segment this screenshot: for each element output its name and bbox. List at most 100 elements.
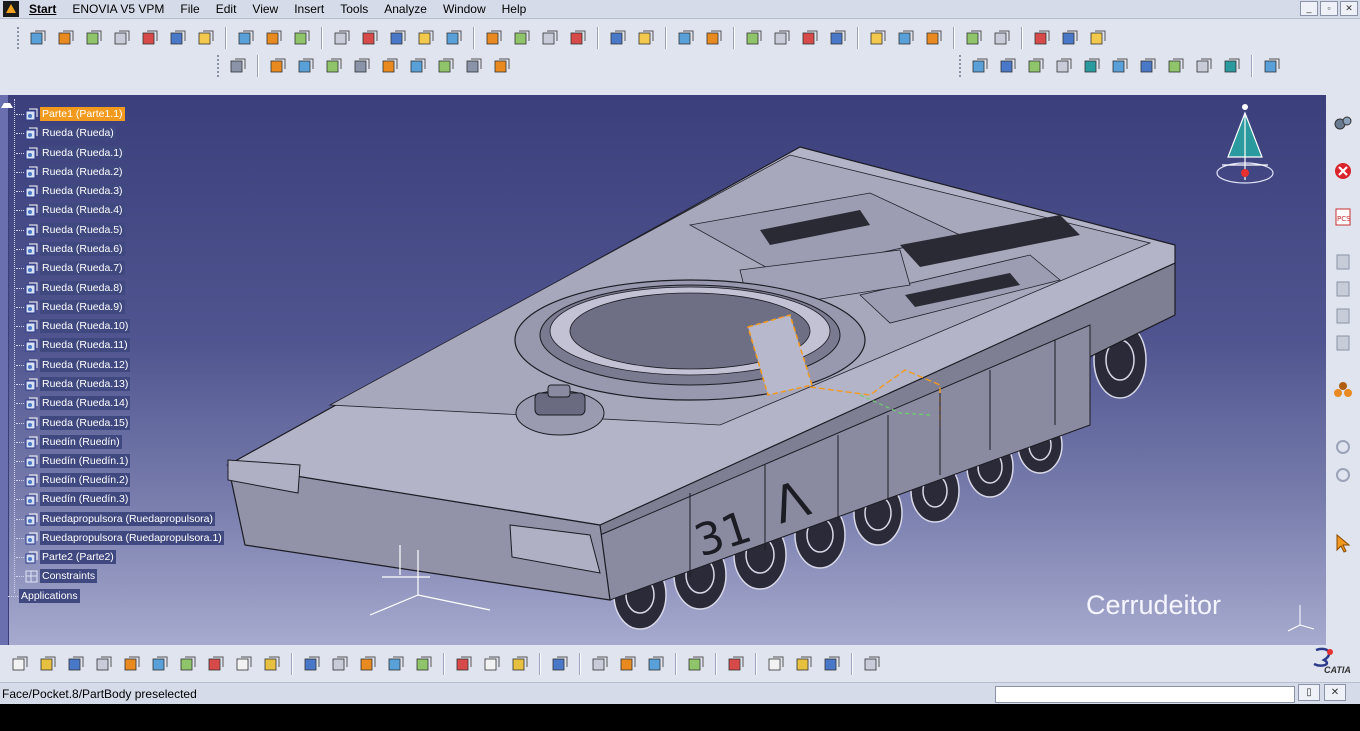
tree-node[interactable]: Rueda (Rueda.3) [16, 183, 125, 199]
menu-edit[interactable]: Edit [208, 0, 245, 19]
bottom-tool-icon[interactable] [65, 653, 87, 675]
tool-tbrow2-icon[interactable] [351, 55, 373, 77]
tool-tbrow3-icon[interactable] [1109, 55, 1131, 77]
toolbar-grip[interactable] [17, 27, 21, 49]
menu-insert[interactable]: Insert [286, 0, 332, 19]
bottom-tool-icon[interactable] [301, 653, 323, 675]
tool-tbrow1-icon[interactable] [415, 27, 437, 49]
tool-tbrow1-icon[interactable] [607, 27, 629, 49]
select-arrow-icon[interactable] [1331, 531, 1355, 555]
bottom-tool-icon[interactable] [765, 653, 787, 675]
command-clear-button[interactable]: ✕ [1324, 684, 1346, 701]
sheet-icon-4[interactable] [1331, 331, 1355, 355]
tool-tbrow1-icon[interactable] [635, 27, 657, 49]
tree-scrollbar[interactable] [0, 95, 13, 645]
tree-node[interactable]: Rueda (Rueda.9) [16, 299, 125, 315]
tree-node[interactable]: Ruedín (Ruedín.1) [16, 453, 131, 469]
tree-node[interactable]: Rueda (Rueda.1) [16, 145, 125, 161]
menu-analyze[interactable]: Analyze [376, 0, 435, 19]
close-button[interactable]: ✕ [1340, 1, 1358, 16]
bottom-tool-icon[interactable] [793, 653, 815, 675]
tool-tbrow1-icon[interactable] [827, 27, 849, 49]
menu-help[interactable]: Help [494, 0, 535, 19]
tree-node[interactable]: Rueda (Rueda.8) [16, 280, 125, 296]
tool-tbrow3-icon[interactable] [1261, 55, 1283, 77]
tool-tbrow2-icon[interactable] [379, 55, 401, 77]
toolbar-grip[interactable] [959, 55, 963, 77]
bottom-tool-icon[interactable] [861, 653, 883, 675]
tree-node[interactable]: Ruedín (Ruedín) [16, 434, 122, 450]
tree-node[interactable]: Rueda (Rueda.6) [16, 241, 125, 257]
tree-node[interactable]: Constraints [16, 568, 98, 584]
sheet-icon-3[interactable] [1331, 304, 1355, 328]
tool-tbrow1-icon[interactable] [443, 27, 465, 49]
tree-node[interactable]: Rueda (Rueda.10) [16, 318, 131, 334]
bottom-tool-icon[interactable] [413, 653, 435, 675]
bottom-tool-icon[interactable] [37, 653, 59, 675]
tool-tbrow1-icon[interactable] [263, 27, 285, 49]
tree-node[interactable]: Parte2 (Parte2) [16, 549, 116, 565]
tree-node[interactable]: Rueda (Rueda.5) [16, 222, 125, 238]
tool-tbrow1-icon[interactable] [511, 27, 533, 49]
bottom-tool-icon[interactable] [385, 653, 407, 675]
tree-node[interactable]: Ruedín (Ruedín.2) [16, 472, 131, 488]
toolbar-grip[interactable] [217, 55, 221, 77]
tool-tbrow1-icon[interactable] [27, 27, 49, 49]
exit-icon[interactable] [1331, 159, 1355, 183]
assembly-icon[interactable] [1331, 378, 1355, 402]
tree-node[interactable]: Ruedapropulsora (Ruedapropulsora) [16, 511, 216, 527]
bottom-tool-icon[interactable] [233, 653, 255, 675]
tool-tbrow1-icon[interactable] [923, 27, 945, 49]
bottom-tool-icon[interactable] [9, 653, 31, 675]
bottom-tool-icon[interactable] [93, 653, 115, 675]
menu-window[interactable]: Window [435, 0, 494, 19]
bottom-tool-icon[interactable] [725, 653, 747, 675]
tool-tbrow2-icon[interactable] [267, 55, 289, 77]
tree-node[interactable]: Applications [8, 588, 80, 604]
bottom-tool-icon[interactable] [645, 653, 667, 675]
tool-tbrow1-icon[interactable] [1087, 27, 1109, 49]
tool-tbrow2-icon[interactable] [463, 55, 485, 77]
tool-tbrow2-icon[interactable] [295, 55, 317, 77]
tool-tbrow1-icon[interactable] [111, 27, 133, 49]
bottom-tool-icon[interactable] [549, 653, 571, 675]
tool-tbrow1-icon[interactable] [1031, 27, 1053, 49]
bottom-tool-icon[interactable] [821, 653, 843, 675]
bottom-tool-icon[interactable] [685, 653, 707, 675]
tool-tbrow1-icon[interactable] [291, 27, 313, 49]
tool-tbrow1-icon[interactable] [867, 27, 889, 49]
tree-node[interactable]: Rueda (Rueda.13) [16, 376, 131, 392]
menu-file[interactable]: File [172, 0, 207, 19]
menu-tools[interactable]: Tools [332, 0, 376, 19]
tool-tbrow1-icon[interactable] [139, 27, 161, 49]
command-input[interactable] [995, 686, 1295, 703]
menu-start[interactable]: Start [23, 0, 64, 19]
tool-tbrow3-icon[interactable] [1053, 55, 1075, 77]
bottom-tool-icon[interactable] [121, 653, 143, 675]
tool-tbrow1-icon[interactable] [55, 27, 77, 49]
tree-node[interactable]: Rueda (Rueda.2) [16, 164, 125, 180]
pcs-icon[interactable]: PCS [1331, 205, 1355, 229]
tree-node[interactable]: Rueda (Rueda.7) [16, 260, 125, 276]
tool-tbrow1-icon[interactable] [991, 27, 1013, 49]
tree-node[interactable]: Ruedín (Ruedín.3) [16, 491, 131, 507]
tool-tbrow1-icon[interactable] [387, 27, 409, 49]
tool-tbrow2-icon[interactable] [491, 55, 513, 77]
tool-tbrow3-icon[interactable] [1137, 55, 1159, 77]
tree-node[interactable]: Rueda (Rueda.12) [16, 357, 131, 373]
tool-tbrow3-icon[interactable] [997, 55, 1019, 77]
tree-node[interactable]: Rueda (Rueda.14) [16, 395, 131, 411]
bottom-tool-icon[interactable] [329, 653, 351, 675]
tool-tbrow1-icon[interactable] [895, 27, 917, 49]
tree-node[interactable]: Rueda (Rueda) [16, 125, 116, 141]
gear-icon[interactable] [1331, 111, 1355, 135]
constraint-icon-2[interactable] [1331, 463, 1355, 487]
tool-tbrow3-icon[interactable] [1165, 55, 1187, 77]
tool-tbrow1-icon[interactable] [743, 27, 765, 49]
menu-enovia[interactable]: ENOVIA V5 VPM [64, 0, 172, 19]
bottom-tool-icon[interactable] [481, 653, 503, 675]
tree-node[interactable]: Parte1 (Parte1.1) [16, 106, 125, 122]
bottom-tool-icon[interactable] [589, 653, 611, 675]
tool-tbrow3-icon[interactable] [969, 55, 991, 77]
tool-tbrow1-icon[interactable] [799, 27, 821, 49]
